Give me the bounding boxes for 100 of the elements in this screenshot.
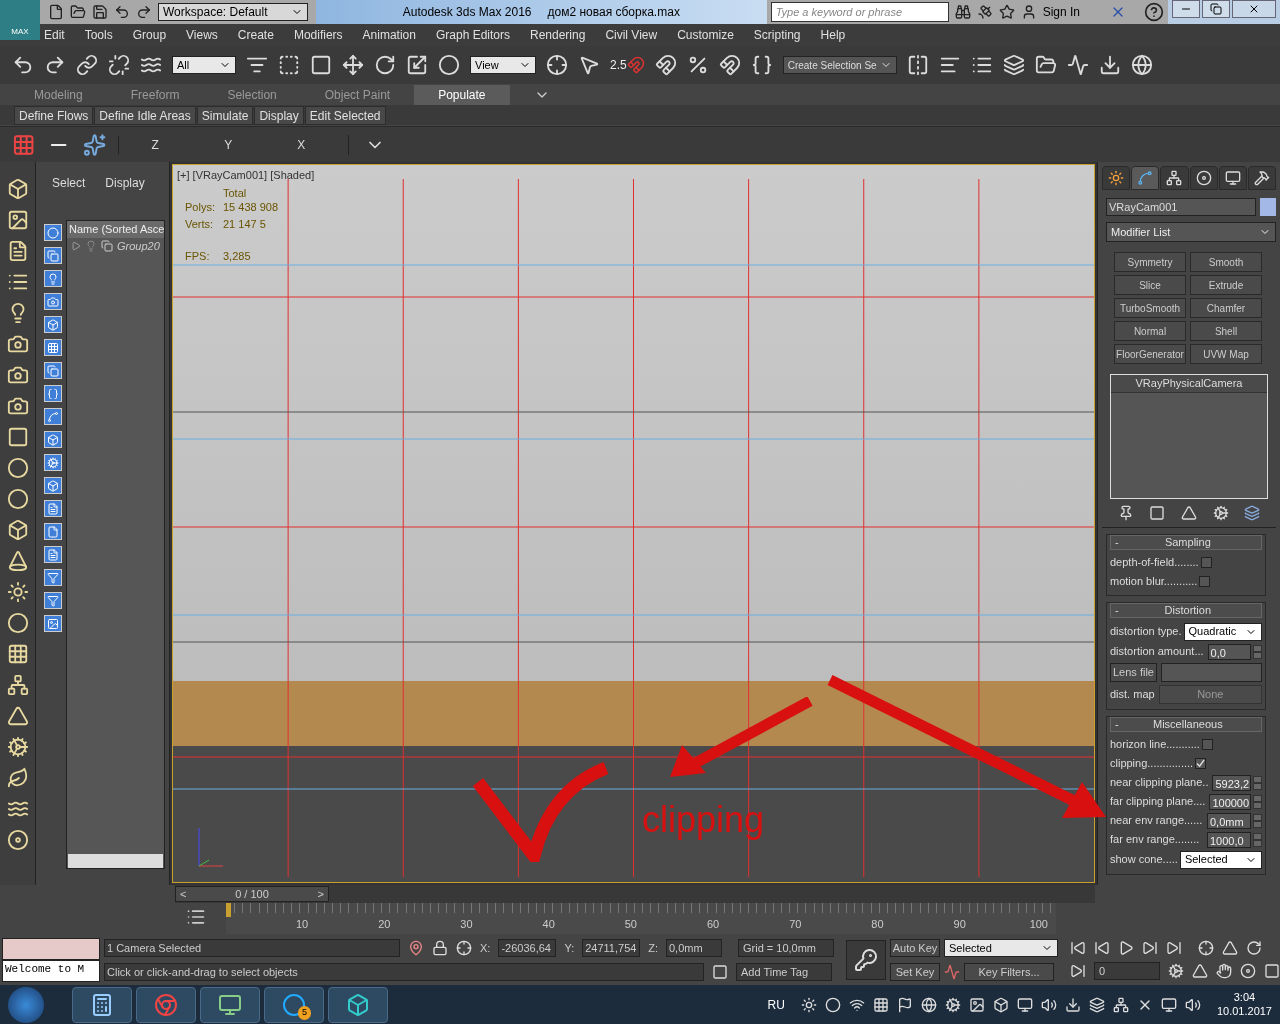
tray-icon[interactable] <box>800 996 817 1013</box>
filter-toggle[interactable] <box>44 523 62 540</box>
calculator-app-icon[interactable] <box>72 986 132 1023</box>
menu-item[interactable]: Edit <box>44 26 65 44</box>
lock-icon[interactable] <box>432 940 448 956</box>
explorer-tab[interactable]: Display <box>105 174 145 192</box>
sphere-icon[interactable] <box>6 612 29 634</box>
camera-icon[interactable] <box>6 364 29 386</box>
ribbon-tab[interactable]: Object Paint <box>300 85 415 105</box>
auto-key-button[interactable]: Auto Key <box>890 939 940 957</box>
redo-icon[interactable] <box>136 4 152 20</box>
z-coordinate-field[interactable]: 0,0mm <box>666 939 722 957</box>
sun-icon[interactable] <box>6 581 29 603</box>
mirror-icon[interactable] <box>906 54 929 76</box>
go-to-end-icon[interactable] <box>1166 940 1182 956</box>
sign-in-link[interactable]: Sign In <box>1042 3 1080 21</box>
frame-field[interactable]: 0 <box>1094 962 1160 980</box>
column-header[interactable]: Name (Sorted Asce <box>67 221 164 238</box>
rollout-header[interactable]: - Distortion <box>1110 603 1262 618</box>
filter-toggle[interactable] <box>44 293 62 310</box>
menu-item[interactable]: Group <box>132 26 167 44</box>
sphere-icon[interactable] <box>438 54 460 76</box>
stack-item[interactable]: VRayPhysicalCamera <box>1111 375 1267 393</box>
menu-item[interactable]: Views <box>186 26 218 44</box>
ribbon-tab[interactable]: Modeling <box>10 85 107 105</box>
menu-item[interactable]: Help <box>820 26 846 44</box>
filter-toggle[interactable] <box>44 615 62 632</box>
grid-icon[interactable] <box>6 643 29 665</box>
menu-item[interactable]: Scripting <box>753 26 801 44</box>
filter-toggle[interactable] <box>44 224 62 241</box>
menu-item[interactable]: Create <box>237 26 274 44</box>
modifier-button[interactable]: Slice <box>1114 275 1186 295</box>
tray-icon[interactable] <box>1064 996 1081 1013</box>
tray-icon[interactable] <box>1160 996 1177 1013</box>
lens-file-field[interactable] <box>1161 662 1262 682</box>
ribbon-button[interactable]: Define Idle Areas <box>94 105 196 125</box>
rollout-header[interactable]: - Sampling <box>1110 535 1262 550</box>
max-app-icon[interactable] <box>328 986 388 1023</box>
tray-icon[interactable] <box>1112 996 1129 1013</box>
play-icon[interactable] <box>1118 940 1134 956</box>
filter-toggle[interactable] <box>44 270 62 287</box>
ribbon-tab[interactable]: Freeform <box>106 85 204 105</box>
sphere-icon[interactable] <box>6 488 29 510</box>
object-color-swatch[interactable] <box>1260 198 1276 216</box>
menu-item[interactable]: Customize <box>677 26 734 44</box>
modify-tab[interactable] <box>1131 166 1160 190</box>
tray-icon[interactable] <box>896 996 913 1013</box>
checkbox[interactable] <box>1195 758 1207 769</box>
utilities-tab[interactable] <box>1247 166 1277 190</box>
tray-icon[interactable] <box>1040 996 1057 1013</box>
filter-toggle[interactable] <box>44 500 62 517</box>
tray-icon[interactable] <box>1184 996 1201 1013</box>
modifier-button[interactable]: Normal <box>1114 321 1186 341</box>
minimize-button[interactable] <box>1172 0 1200 18</box>
restore-button[interactable] <box>1202 0 1230 18</box>
camera-icon[interactable] <box>6 395 29 417</box>
previous-frame-icon[interactable] <box>1094 940 1110 956</box>
undo-icon[interactable] <box>12 54 34 76</box>
ribbon-button[interactable]: Define Flows <box>14 105 94 125</box>
filter-toggle[interactable] <box>44 339 62 356</box>
tray-icon[interactable] <box>968 996 985 1013</box>
undo-icon[interactable] <box>114 4 130 20</box>
set-key-button[interactable]: Set Key <box>890 963 940 981</box>
selection-status[interactable]: 1 Camera Selected <box>104 939 400 957</box>
hierarchy-tab[interactable] <box>1160 166 1189 190</box>
viewport-label[interactable]: [+] [VRayCam001] [Shaded] <box>177 167 315 184</box>
menu-item[interactable]: Graph Editors <box>435 26 510 44</box>
curve-editor-icon[interactable] <box>1066 54 1089 76</box>
ribbon-button[interactable]: Simulate <box>196 105 254 125</box>
ribbon-tab[interactable]: Selection <box>203 85 301 105</box>
listener-field[interactable]: Welcome to M <box>2 960 100 982</box>
filter-toggle[interactable] <box>44 592 62 609</box>
tray-icon[interactable] <box>1016 996 1033 1013</box>
monitor-app-icon[interactable] <box>200 986 260 1023</box>
selection-set-dropdown[interactable]: Create Selection Se <box>782 56 897 74</box>
layers-icon[interactable] <box>1002 54 1025 76</box>
spinner-field[interactable]: 0,0 <box>1207 643 1251 660</box>
x-coordinate-field[interactable]: -26036,64 <box>498 939 557 957</box>
ribbon-button[interactable]: Display <box>254 105 304 125</box>
spinner-snap-icon[interactable] <box>718 54 741 76</box>
language-indicator[interactable]: RU <box>767 995 785 1014</box>
tray-icon[interactable] <box>920 996 937 1013</box>
help-icon[interactable] <box>1144 2 1164 22</box>
horizontal-scrollbar[interactable] <box>68 854 163 868</box>
modifier-stack[interactable]: VRayPhysicalCamera <box>1110 374 1268 499</box>
tray-icon[interactable] <box>944 996 961 1013</box>
filter-toggle[interactable] <box>44 477 62 494</box>
start-button[interactable] <box>8 986 44 1023</box>
spinner-field[interactable]: 5923,2 <box>1212 774 1251 791</box>
modifier-button[interactable]: Chamfer <box>1190 298 1262 318</box>
macro-recorder[interactable] <box>2 938 100 960</box>
explorer-tab[interactable]: Select <box>52 174 86 192</box>
menu-item[interactable]: Tools <box>84 26 113 44</box>
current-frame-marker[interactable] <box>226 903 231 917</box>
menu-item[interactable]: Animation <box>362 26 416 44</box>
menu-item[interactable]: Modifiers <box>293 26 343 44</box>
modifier-list-dropdown[interactable]: Modifier List <box>1106 222 1276 242</box>
tray-icon[interactable] <box>992 996 1009 1013</box>
object-name-field[interactable]: VRayCam001 <box>1106 198 1256 216</box>
menu-item[interactable]: Rendering <box>530 26 586 44</box>
